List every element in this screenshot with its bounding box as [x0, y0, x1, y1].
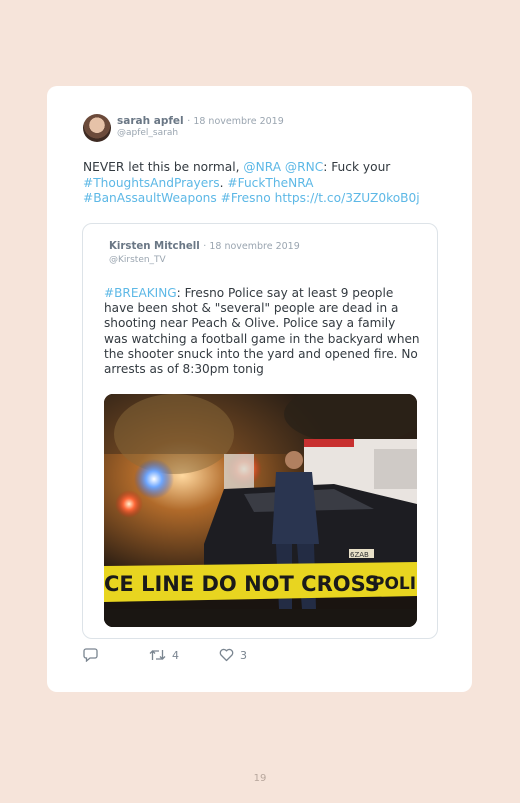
tweet-text: NEVER let this be normal, @NRA @RNC: Fuc… [83, 160, 443, 207]
tape-text-right: POLICE [372, 574, 417, 594]
hashtag-fresno[interactable]: #Fresno [221, 191, 271, 205]
like-button[interactable]: 3 [219, 648, 247, 662]
police-scene-image: CE LINE DO NOT CROSS POLICE 6ZAB [104, 394, 417, 627]
tweet-date[interactable]: · 18 novembre 2019 [187, 116, 283, 127]
retweet-button[interactable]: 4 [149, 648, 179, 662]
retweet-count: 4 [172, 648, 179, 662]
quoted-date[interactable]: · 18 novembre 2019 [203, 241, 299, 252]
hashtag-fucknra[interactable]: #FuckTheNRA [227, 176, 313, 190]
hashtag-ban[interactable]: #BanAssaultWeapons [83, 191, 217, 205]
quoted-photo[interactable]: CE LINE DO NOT CROSS POLICE 6ZAB [104, 394, 417, 627]
quoted-author-handle[interactable]: @Kirsten_TV [109, 255, 166, 265]
tweet-text-part: : Fuck your [323, 160, 391, 174]
quoted-text: #BREAKING: Fresno Police say at least 9 … [104, 286, 422, 377]
page-number: 19 [253, 773, 267, 784]
author-handle[interactable]: @apfel_sarah [117, 128, 178, 138]
author-name-text[interactable]: sarah apfel [117, 115, 184, 127]
tape-text: CE LINE DO NOT CROSS [104, 572, 380, 596]
plate-text: 6ZAB [350, 551, 369, 559]
hashtag-breaking[interactable]: #BREAKING [104, 286, 177, 300]
author-name[interactable]: sarah apfel · 18 novembre 2019 [117, 115, 284, 127]
quoted-tweet[interactable]: Kirsten Mitchell · 18 novembre 2019 @Kir… [82, 223, 438, 639]
tweet-card: sarah apfel · 18 novembre 2019 @apfel_sa… [47, 86, 472, 692]
quoted-author-name[interactable]: Kirsten Mitchell · 18 novembre 2019 [109, 241, 300, 252]
reply-button[interactable] [83, 648, 98, 662]
like-count: 3 [240, 648, 247, 662]
tweet-actions: 4 3 [83, 648, 383, 664]
retweet-icon [149, 650, 166, 660]
tweet-text-part: NEVER let this be normal, [83, 160, 244, 174]
avatar[interactable] [83, 114, 111, 142]
quoted-author-name-text[interactable]: Kirsten Mitchell [109, 241, 200, 252]
mention-nra[interactable]: @NRA [243, 160, 281, 174]
mention-rnc[interactable]: @RNC [285, 160, 323, 174]
reply-icon [83, 648, 98, 662]
tweet-link[interactable]: https://t.co/3ZUZ0koB0j [275, 191, 420, 205]
hashtag-thoughts[interactable]: #ThoughtsAndPrayers [83, 176, 220, 190]
heart-icon [219, 648, 234, 662]
